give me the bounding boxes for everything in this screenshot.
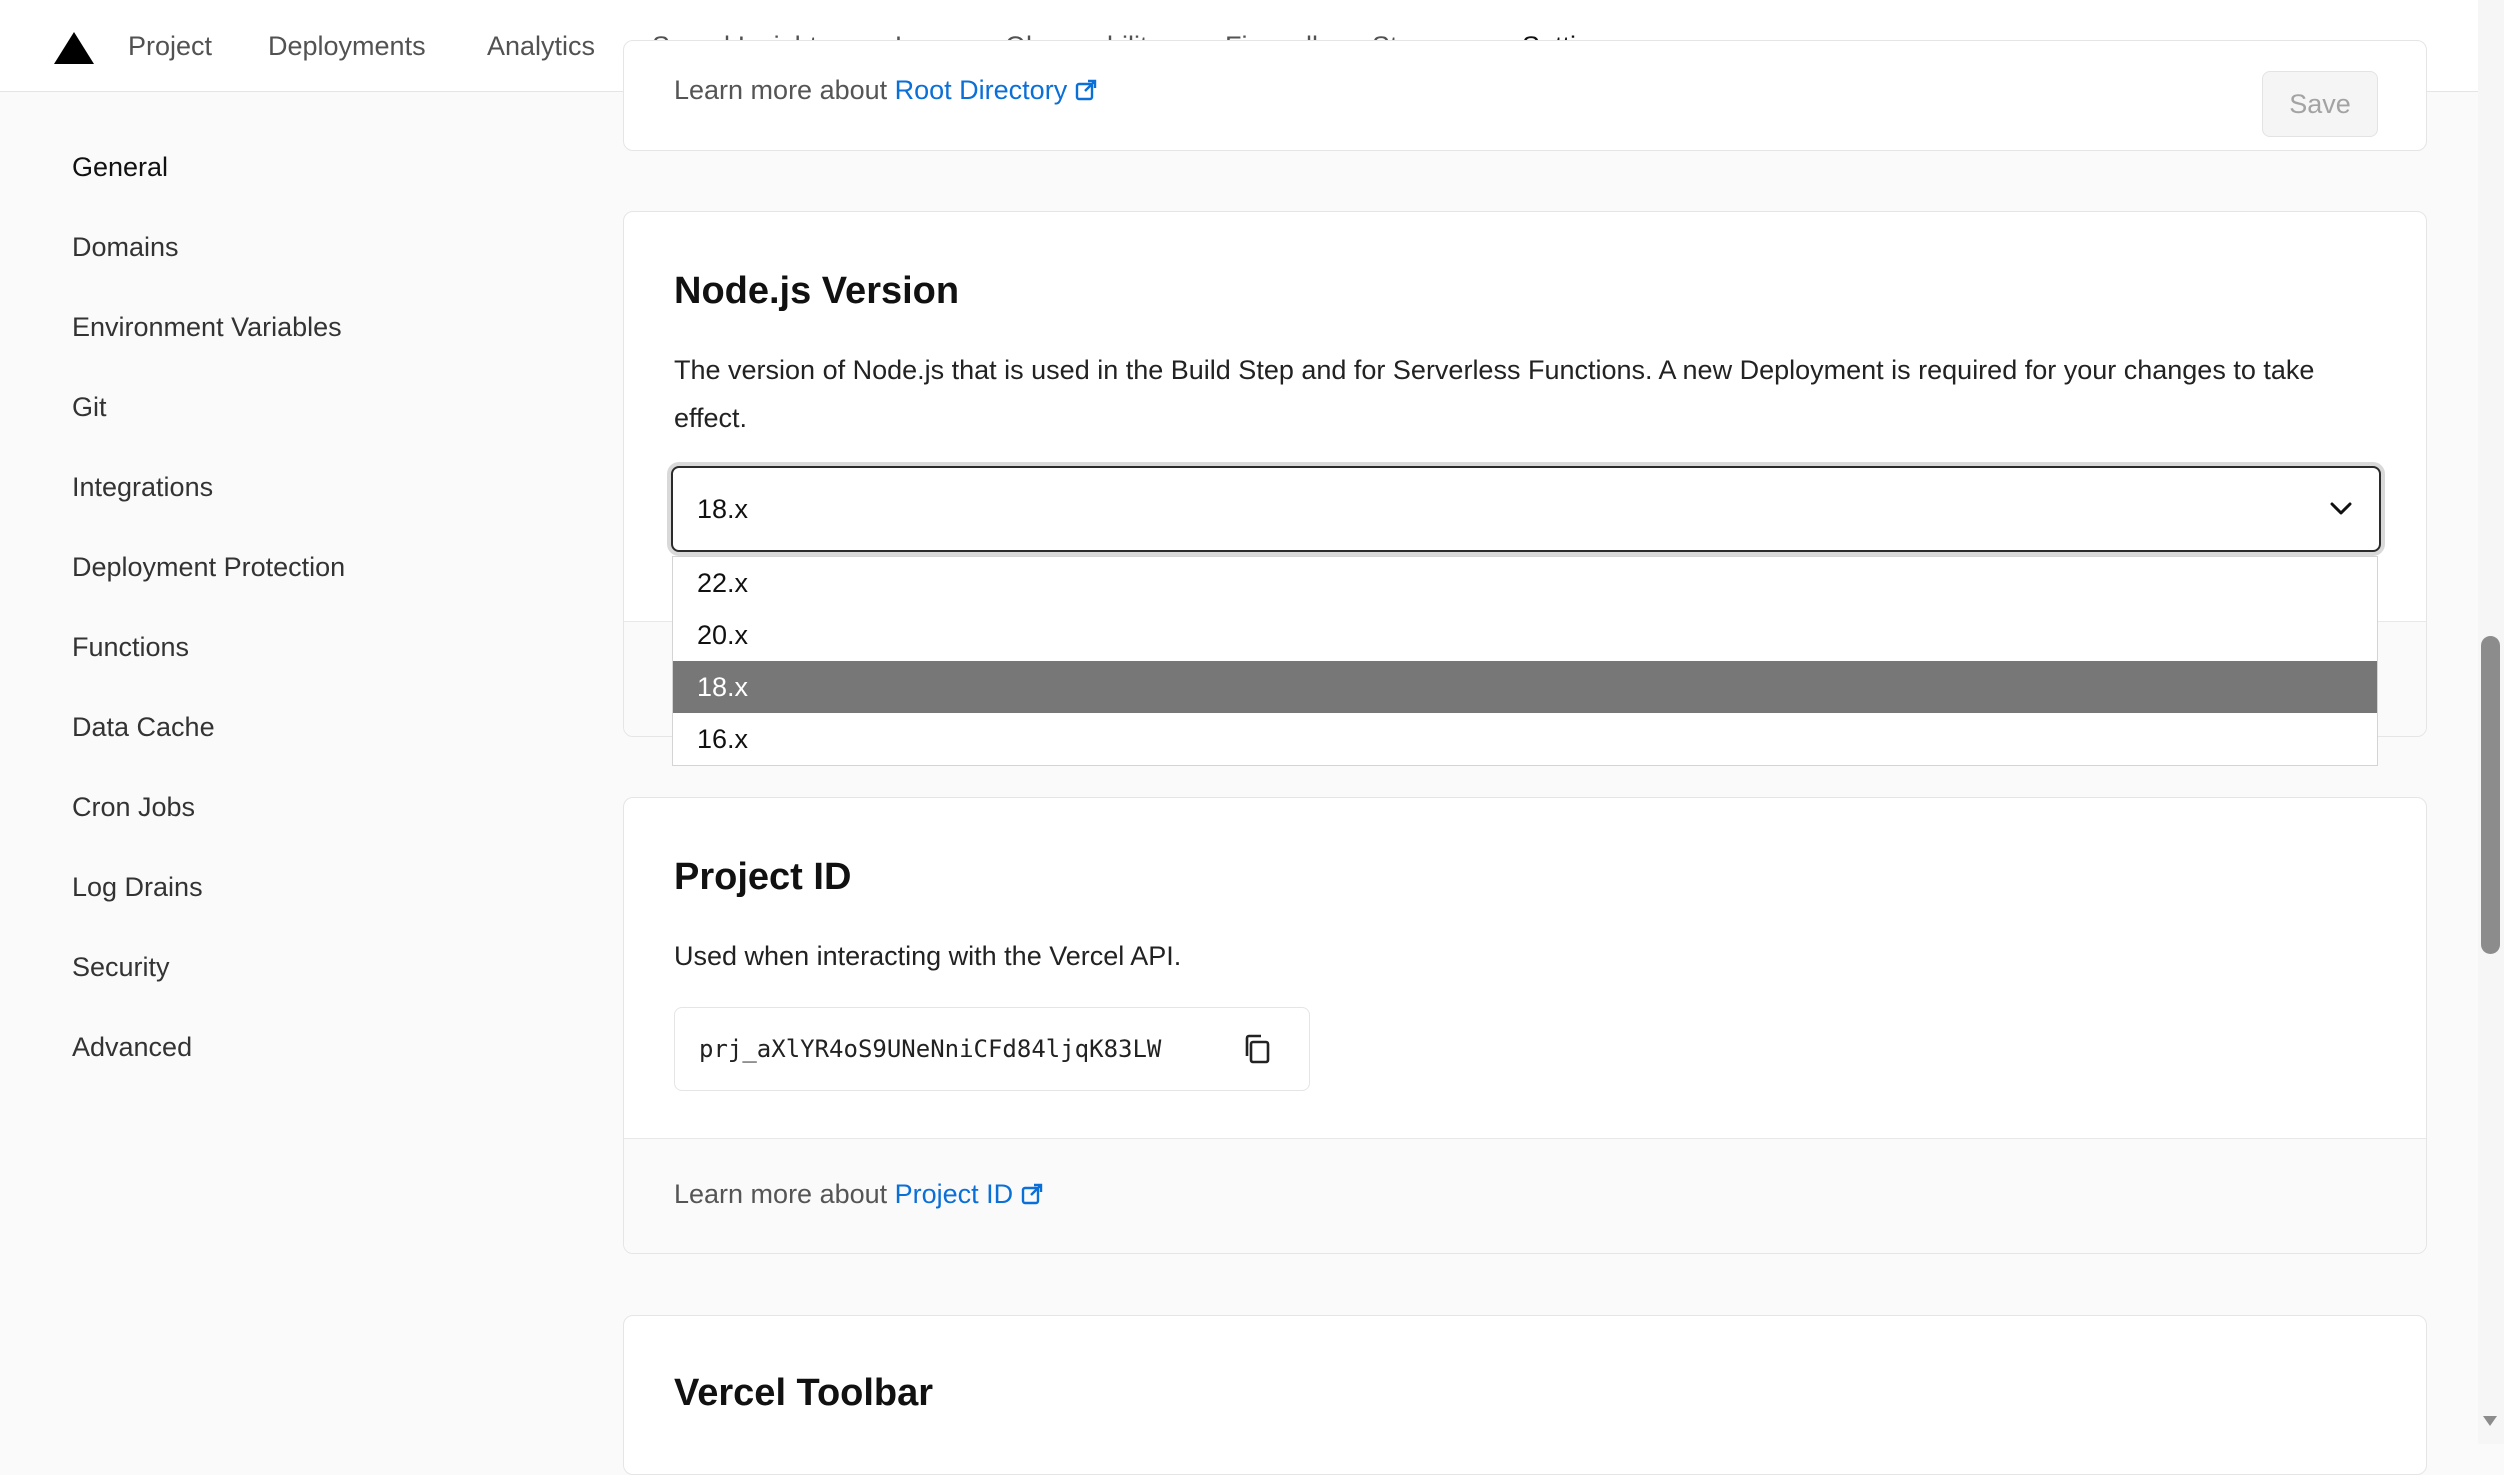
- project-id-title: Project ID: [674, 856, 852, 898]
- sidebar-item-security[interactable]: Security: [72, 952, 170, 983]
- tab-project[interactable]: Project: [128, 0, 212, 91]
- project-id-field: prj_aXlYR4oS9UNeNniCFd84ljqK83LW: [674, 1007, 1310, 1091]
- select-value: 18.x: [697, 494, 749, 524]
- project-id-card: Project ID Used when interacting with th…: [623, 797, 2427, 1254]
- copy-icon[interactable]: [1240, 1032, 1274, 1066]
- sidebar-item-general[interactable]: General: [72, 152, 168, 183]
- sidebar-item-cron-jobs[interactable]: Cron Jobs: [72, 792, 195, 823]
- sidebar-item-log-drains[interactable]: Log Drains: [72, 872, 203, 903]
- tab-deployments[interactable]: Deployments: [268, 0, 426, 91]
- external-link-icon: [1075, 79, 1097, 101]
- sidebar-item-data-cache[interactable]: Data Cache: [72, 712, 215, 743]
- nodejs-version-select[interactable]: 18.x: [671, 466, 2381, 552]
- project-id-card-footer: Learn more about Project ID: [624, 1138, 2426, 1253]
- nodejs-version-title: Node.js Version: [674, 270, 960, 312]
- save-button[interactable]: Save: [2262, 71, 2378, 137]
- scrollbar-thumb[interactable]: [2481, 636, 2500, 954]
- option-16x[interactable]: 16.x: [673, 713, 2377, 765]
- option-22x[interactable]: 22.x: [673, 557, 2377, 609]
- tab-analytics[interactable]: Analytics: [487, 0, 595, 91]
- vercel-triangle-icon[interactable]: [52, 30, 96, 66]
- sidebar-item-advanced[interactable]: Advanced: [72, 1032, 192, 1063]
- sidebar-item-git[interactable]: Git: [72, 392, 107, 423]
- chevron-down-icon: [2330, 502, 2352, 515]
- sidebar-item-integrations[interactable]: Integrations: [72, 472, 213, 503]
- vercel-toolbar-card: Vercel Toolbar: [623, 1315, 2427, 1475]
- scroll-down-arrow-icon[interactable]: [2482, 1414, 2498, 1428]
- external-link-icon: [1021, 1183, 1043, 1205]
- project-id-description: Used when interacting with the Vercel AP…: [674, 941, 1182, 971]
- sidebar-item-domains[interactable]: Domains: [72, 232, 179, 263]
- option-20x[interactable]: 20.x: [673, 609, 2377, 661]
- option-18x[interactable]: 18.x: [673, 661, 2377, 713]
- sidebar-item-environment-variables[interactable]: Environment Variables: [72, 312, 342, 343]
- nodejs-version-dropdown: 22.x 20.x 18.x 16.x: [672, 556, 2378, 766]
- sidebar-item-deployment-protection[interactable]: Deployment Protection: [72, 552, 345, 583]
- vercel-toolbar-title: Vercel Toolbar: [674, 1372, 934, 1414]
- project-id-value: prj_aXlYR4oS9UNeNniCFd84ljqK83LW: [699, 1035, 1162, 1063]
- project-id-learn-more: Learn more about Project ID: [674, 1179, 1043, 1210]
- nodejs-version-description: The version of Node.js that is used in t…: [674, 355, 2315, 433]
- root-directory-learn-more: Learn more about Root Directory: [674, 75, 1097, 106]
- root-directory-link[interactable]: Root Directory: [895, 75, 1068, 105]
- sidebar-item-functions[interactable]: Functions: [72, 632, 189, 663]
- project-id-link[interactable]: Project ID: [895, 1179, 1014, 1209]
- root-directory-card: Learn more about Root Directory Save: [623, 40, 2427, 151]
